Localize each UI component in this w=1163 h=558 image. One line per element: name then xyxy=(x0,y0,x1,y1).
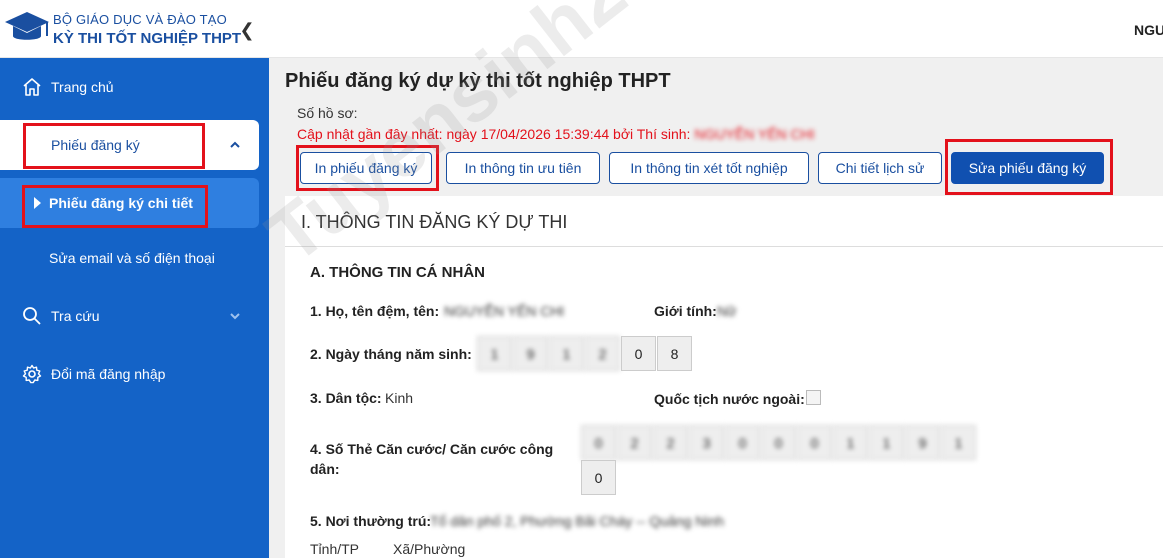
tinh-tp-label: Tỉnh/TP xyxy=(310,541,360,557)
dan-toc-label: 3. Dân tộc: xyxy=(310,390,382,406)
top-header: BỘ GIÁO DỤC VÀ ĐÀO TẠO KỲ THI TỐT NGHIỆP… xyxy=(0,0,1163,58)
sidebar-item-sua-email[interactable]: Sửa email và số điện thoại xyxy=(0,229,269,287)
cccd-label-line-1: 4. Số Thẻ Căn cước/ Căn cước công xyxy=(310,441,554,457)
sidebar-item-label: Phiếu đăng ký chi tiết xyxy=(49,195,193,211)
cccd-digit: 0 xyxy=(797,425,832,460)
in-thong-tin-uu-tien-button[interactable]: In thông tin ưu tiên xyxy=(446,152,600,184)
sidebar-item-tra-cuu[interactable]: Tra cứu xyxy=(0,287,269,345)
cap-nhat-name: NGUYỄN YẾN CHI xyxy=(694,126,815,142)
gioi-tinh-value: Nữ xyxy=(717,303,737,319)
chevron-down-icon xyxy=(230,313,240,320)
section-divider xyxy=(285,246,1163,247)
section-title: I. THÔNG TIN ĐĂNG KÝ DỰ THI xyxy=(301,212,568,232)
gear-icon xyxy=(22,364,42,384)
in-phieu-dang-ky-button[interactable]: In phiếu đăng ký xyxy=(300,152,432,184)
sidebar-item-label: Phiếu đăng ký xyxy=(51,137,140,153)
caret-right-icon xyxy=(34,197,41,209)
cccd-digit: 3 xyxy=(689,425,724,460)
registration-card: I. THÔNG TIN ĐĂNG KÝ DỰ THI A. THÔNG TIN… xyxy=(285,196,1163,558)
collapse-sidebar-chevron-icon[interactable]: ❮ xyxy=(238,20,256,40)
cap-nhat-text: Cập nhật gần đây nhất: ngày 17/04/2026 1… xyxy=(297,126,691,142)
gioi-tinh-label: Giới tính: xyxy=(654,303,717,319)
cccd-digit: 0 xyxy=(581,425,616,460)
brand-line-1: BỘ GIÁO DỤC VÀ ĐÀO TẠO xyxy=(53,12,227,27)
ho-so-label: Số hồ sơ: xyxy=(297,105,358,121)
cccd-digit: 2 xyxy=(653,425,688,460)
ho-ten-value: NGUYỄN YẾN CHI xyxy=(444,303,565,319)
sidebar-item-phieu-dang-ky-chi-tiet[interactable]: Phiếu đăng ký chi tiết xyxy=(0,178,259,228)
cccd-label-line-2: dân: xyxy=(310,461,340,477)
cccd-digit: 1 xyxy=(869,425,904,460)
quoc-tich-checkbox[interactable] xyxy=(806,390,821,405)
page-title: Phiếu đăng ký dự kỳ thi tốt nghiệp THPT xyxy=(285,70,671,92)
ngay-sinh-digit: 8 xyxy=(657,336,692,371)
thuong-tru-label: 5. Nơi thường trú: xyxy=(310,513,432,529)
sidebar-item-label: Sửa email và số điện thoại xyxy=(49,250,215,266)
user-name[interactable]: NGU xyxy=(1134,22,1163,38)
sidebar-item-trang-chu[interactable]: Trang chủ xyxy=(0,58,269,116)
quoc-tich-label: Quốc tịch nước ngoài: xyxy=(654,391,805,407)
sidebar-item-phieu-dang-ky[interactable]: Phiếu đăng ký xyxy=(0,120,259,170)
graduation-cap-logo-icon xyxy=(5,12,49,40)
cccd-digit: 0 xyxy=(725,425,760,460)
sidebar-item-doi-ma[interactable]: Đổi mã đăng nhập xyxy=(0,345,269,403)
sua-phieu-dang-ky-button[interactable]: Sửa phiếu đăng ký xyxy=(951,152,1104,184)
cccd-digit: 2 xyxy=(617,425,652,460)
home-icon xyxy=(23,78,41,96)
cccd-digit: 1 xyxy=(833,425,868,460)
cccd-digit: 0 xyxy=(581,460,616,495)
cccd-digit: 9 xyxy=(905,425,940,460)
dan-toc-value: Kinh xyxy=(385,390,414,406)
ngay-sinh-digit: 9 xyxy=(513,336,548,371)
chevron-up-icon xyxy=(230,141,240,148)
main-content: Phiếu đăng ký dự kỳ thi tốt nghiệp THPT … xyxy=(269,58,1163,558)
sidebar-item-label: Đổi mã đăng nhập xyxy=(51,366,166,382)
cap-nhat-info: Cập nhật gần đây nhất: ngày 17/04/2026 1… xyxy=(297,126,815,142)
sidebar-item-label: Trang chủ xyxy=(51,79,114,95)
ho-ten-label: 1. Họ, tên đệm, tên: xyxy=(310,303,440,319)
search-icon xyxy=(23,307,41,325)
xa-phuong-label: Xã/Phường xyxy=(393,541,466,557)
ngay-sinh-digit: 2 xyxy=(585,336,620,371)
cccd-digit: 1 xyxy=(941,425,976,460)
ngay-sinh-label: 2. Ngày tháng năm sinh: xyxy=(310,346,472,362)
sub-section-title: A. THÔNG TIN CÁ NHÂN xyxy=(310,264,485,281)
in-thong-tin-xet-tot-nghiep-button[interactable]: In thông tin xét tốt nghiệp xyxy=(609,152,809,184)
ngay-sinh-digit: 1 xyxy=(549,336,584,371)
brand-line-2: KỲ THI TỐT NGHIỆP THPT xyxy=(53,30,242,47)
sidebar-item-label: Tra cứu xyxy=(51,308,100,324)
ngay-sinh-digit: 1 xyxy=(477,336,512,371)
thuong-tru-value: Tổ dân phố 2, Phường Bãi Cháy -- Quảng N… xyxy=(430,513,725,529)
sidebar: Trang chủ Phiếu đăng ký Phiếu đăng ký ch… xyxy=(0,58,269,558)
chi-tiet-lich-su-button[interactable]: Chi tiết lịch sử xyxy=(818,152,942,184)
ngay-sinh-digit: 0 xyxy=(621,336,656,371)
cccd-digit: 0 xyxy=(761,425,796,460)
